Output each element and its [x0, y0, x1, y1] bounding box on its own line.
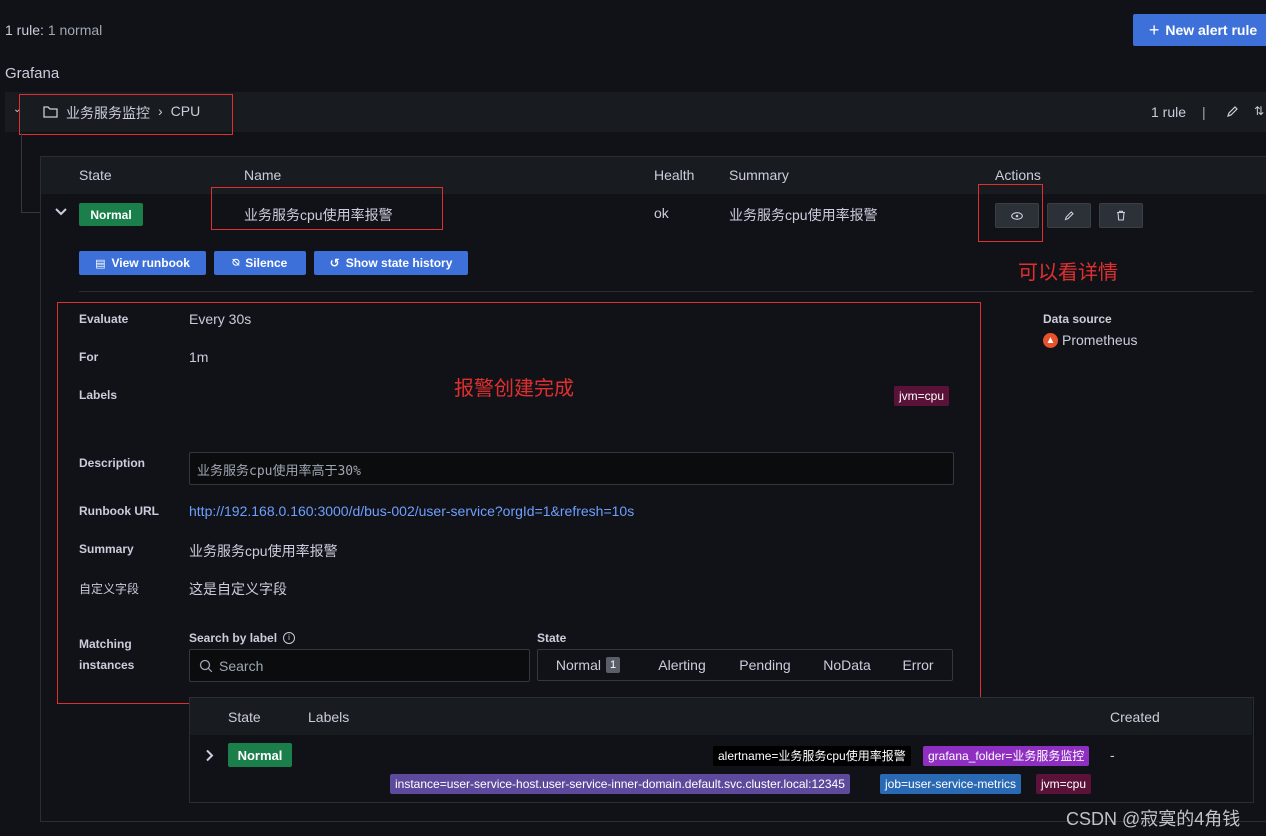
folder-divider: | — [1202, 104, 1206, 120]
instance-label-job: job=user-service-metrics — [880, 774, 1022, 794]
column-health: Health — [654, 167, 695, 183]
collapse-rule-icon[interactable] — [55, 204, 67, 220]
expand-instance-icon[interactable] — [205, 749, 214, 765]
rule-count-prefix: 1 rule: — [5, 22, 44, 38]
instances-column-labels: Labels — [308, 709, 350, 725]
silence-label: Silence — [245, 256, 288, 270]
edit-rule-button[interactable] — [1047, 203, 1091, 228]
new-alert-rule-button[interactable]: + New alert rule — [1133, 14, 1266, 46]
rule-summary: 业务服务cpu使用率报警 — [729, 207, 878, 223]
instance-label-jvm: jvm=cpu — [1036, 774, 1092, 794]
column-summary: Summary — [729, 167, 789, 183]
prometheus-icon: ▲ — [1043, 333, 1058, 348]
instance-label-folder: grafana_folder=业务服务监控 — [923, 746, 1090, 766]
annotation-box-details — [57, 302, 981, 704]
new-alert-rule-label: New alert rule — [1165, 22, 1258, 38]
rule-health: ok — [654, 205, 669, 221]
pencil-icon — [1064, 211, 1074, 221]
annotation-box-folder — [19, 94, 233, 135]
rule-state-badge: Normal — [79, 203, 143, 226]
datasource-group-title: Grafana — [5, 65, 60, 82]
rule-count-state: 1 normal — [47, 22, 103, 38]
trash-icon — [1117, 210, 1125, 221]
tree-line — [21, 133, 22, 213]
bell-slash-icon: ⍉ — [232, 256, 240, 269]
state-history-button[interactable]: ↺ Show state history — [314, 251, 468, 275]
instance-label-instance: instance=user-service-host.user-service-… — [390, 774, 850, 794]
sort-icon[interactable]: ⇅ — [1254, 104, 1264, 118]
plus-icon: + — [1148, 20, 1160, 40]
folder-rule-count: 1 rule — [1151, 104, 1187, 120]
instances-column-state: State — [228, 709, 261, 725]
view-runbook-label: View runbook — [111, 256, 190, 270]
history-icon: ↺ — [329, 256, 340, 270]
watermark: CSDN @寂寞的4角钱 — [1066, 809, 1241, 829]
instances-column-created: Created — [1110, 709, 1160, 725]
instances-table-header — [190, 698, 1252, 735]
instance-created: - — [1110, 747, 1115, 763]
rule-count: 1 rule: 1 normal — [5, 22, 102, 38]
edit-group-icon[interactable] — [1226, 105, 1239, 121]
instance-state-badge: Normal — [228, 743, 292, 767]
column-actions: Actions — [995, 167, 1041, 183]
view-runbook-button[interactable]: ▤ View runbook — [79, 251, 206, 275]
annotation-view-details: 可以看详情 — [1018, 262, 1118, 284]
column-state: State — [79, 167, 112, 183]
column-name: Name — [244, 167, 282, 183]
annotation-box-name — [211, 187, 443, 230]
book-icon: ▤ — [95, 257, 106, 270]
tree-line — [21, 212, 41, 213]
annotation-box-view — [978, 184, 1043, 242]
delete-rule-button[interactable] — [1099, 203, 1143, 228]
datasource-value: Prometheus — [1062, 332, 1138, 348]
datasource-label: Data source — [1043, 312, 1112, 326]
details-divider — [79, 291, 1253, 292]
silence-button[interactable]: ⍉ Silence — [214, 251, 306, 275]
state-history-label: Show state history — [345, 256, 453, 270]
instance-label-alertname: alertname=业务服务cpu使用率报警 — [713, 746, 911, 766]
